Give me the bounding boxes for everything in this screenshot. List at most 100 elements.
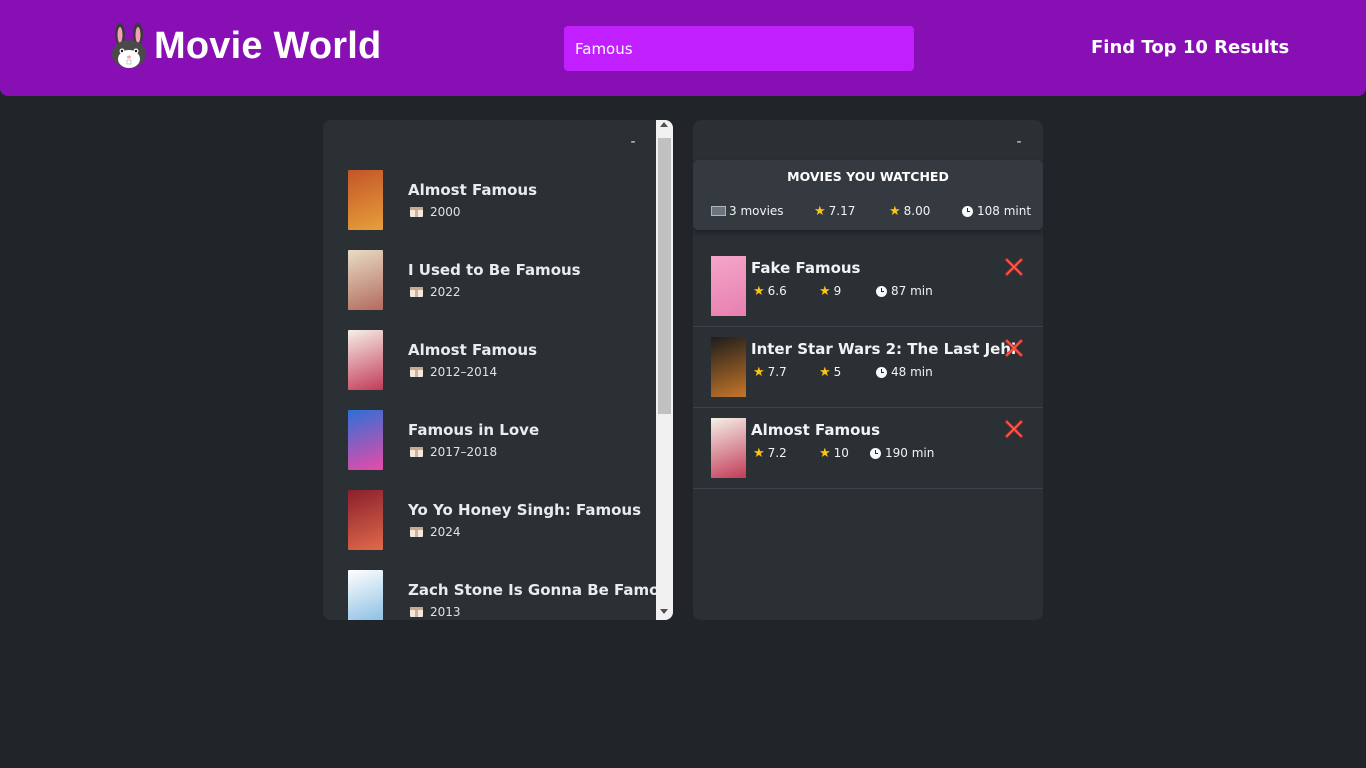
watched-runtime-text: 87 min	[891, 284, 933, 298]
calendar-icon	[410, 207, 423, 217]
movie-title: Zach Stone Is Gonna Be Famous	[408, 581, 673, 599]
movie-year-text: 2017–2018	[430, 445, 498, 459]
watched-imdb-text: 7.7	[767, 365, 787, 379]
movie-poster	[348, 250, 383, 310]
movie-title: Famous in Love	[408, 421, 540, 439]
movie-year-text: 2013	[430, 605, 461, 619]
watched-item: Inter Star Wars 2: The Last Jehi ★ 7.7 ★ 5 48…	[693, 327, 1043, 408]
movie-year: 2024	[410, 525, 461, 539]
close-icon	[1004, 338, 1024, 358]
clock-icon	[870, 447, 881, 459]
summary-runtime: 108 mint	[962, 204, 1031, 218]
watched-imdb-rating: ★ 7.7	[753, 365, 787, 379]
watched-runtime-text: 190 min	[885, 446, 935, 460]
movie-poster	[348, 410, 383, 470]
search-input[interactable]	[564, 26, 914, 71]
search-result-item[interactable]: Almost Famous 2000	[323, 150, 656, 230]
movie-poster	[711, 256, 746, 316]
clock-icon	[876, 285, 887, 297]
watched-user-text: 5	[833, 365, 842, 379]
summary-user-rating: ★ 8.00	[889, 204, 930, 218]
watched-user-rating: ★ 9	[819, 284, 841, 298]
watched-runtime-text: 48 min	[891, 365, 933, 379]
summary-runtime-text: 108 mint	[977, 204, 1032, 218]
search-results-panel: - Almost Famous 2000 I Used to Be Famous 20…	[323, 120, 673, 620]
watched-item: Almost Famous ★ 7.2 ★ 10 190 min	[693, 408, 1043, 489]
search-result-item[interactable]: Almost Famous 2012–2014	[323, 310, 656, 390]
calendar-icon	[410, 527, 423, 537]
clock-icon	[962, 205, 973, 217]
movie-year: 2000	[410, 205, 461, 219]
movie-year: 2017–2018	[410, 445, 497, 459]
search-result-item[interactable]: Famous in Love 2017–2018	[323, 390, 656, 470]
search-results-list: Almost Famous 2000 I Used to Be Famous 2022…	[323, 150, 673, 620]
star-icon: ★	[814, 203, 826, 219]
close-icon	[1004, 257, 1024, 277]
watched-user-text: 9	[833, 284, 842, 298]
rabbit-icon	[108, 23, 150, 69]
movie-year-text: 2012–2014	[430, 365, 498, 379]
movie-year: 2022	[410, 285, 461, 299]
collapse-watched-button[interactable]: -	[1007, 130, 1031, 154]
movie-title: Yo Yo Honey Singh: Famous	[408, 501, 642, 519]
watched-item: Fake Famous ★ 6.6 ★ 9 87 min	[693, 246, 1043, 327]
star-icon: ★	[819, 445, 831, 461]
scroll-up-arrow-icon[interactable]	[660, 122, 668, 127]
movie-title: Almost Famous	[408, 341, 538, 359]
watched-user-rating: ★ 10	[819, 446, 849, 460]
movie-poster	[711, 337, 746, 397]
summary-count: 3 movies	[711, 204, 784, 218]
watched-user-rating: ★ 5	[819, 365, 841, 379]
watched-imdb-text: 7.2	[767, 446, 787, 460]
watched-runtime: 190 min	[870, 446, 934, 460]
watched-movie-title: Almost Famous	[751, 421, 881, 439]
scrollbar[interactable]	[656, 120, 673, 620]
logo-text: Movie World	[154, 24, 382, 67]
watched-movie-title: Inter Star Wars 2: The Last Jehi	[751, 340, 1017, 358]
movie-year-text: 2000	[430, 205, 461, 219]
movie-year: 2012–2014	[410, 365, 497, 379]
watched-summary: MOVIES YOU WATCHED 3 movies ★ 7.17 ★ 8.0…	[693, 160, 1043, 230]
watched-runtime: 48 min	[876, 365, 933, 379]
calendar-icon	[410, 447, 423, 457]
movie-poster	[348, 490, 383, 550]
movie-poster	[711, 418, 746, 478]
movie-year-text: 2022	[430, 285, 461, 299]
watched-movie-title: Fake Famous	[751, 259, 861, 277]
scroll-down-arrow-icon[interactable]	[660, 609, 668, 614]
summary-title: MOVIES YOU WATCHED	[787, 169, 949, 184]
watched-imdb-rating: ★ 6.6	[753, 284, 787, 298]
watched-panel: - MOVIES YOU WATCHED 3 movies ★ 7.17 ★ 8…	[693, 120, 1043, 620]
film-icon	[711, 206, 726, 216]
close-icon	[1004, 419, 1024, 439]
clock-icon	[876, 366, 887, 378]
watched-user-text: 10	[833, 446, 849, 460]
delete-watched-button[interactable]	[1004, 257, 1024, 278]
summary-imdb-text: 7.17	[828, 204, 856, 218]
movie-year: 2013	[410, 605, 461, 619]
movie-poster	[348, 570, 383, 620]
summary-count-text: 3 movies	[729, 204, 784, 218]
star-icon: ★	[753, 445, 765, 461]
scrollbar-thumb[interactable]	[658, 138, 671, 414]
movie-poster	[348, 170, 383, 230]
search-result-item[interactable]: Yo Yo Honey Singh: Famous 2024	[323, 470, 656, 550]
movie-title: I Used to Be Famous	[408, 261, 581, 279]
delete-watched-button[interactable]	[1004, 338, 1024, 359]
logo[interactable]: Movie World	[108, 22, 381, 70]
summary-imdb-rating: ★ 7.17	[814, 204, 855, 218]
delete-watched-button[interactable]	[1004, 419, 1024, 440]
watched-imdb-rating: ★ 7.2	[753, 446, 787, 460]
star-icon: ★	[753, 283, 765, 299]
search-result-item[interactable]: Zach Stone Is Gonna Be Famous 2013	[323, 550, 673, 620]
movie-title: Almost Famous	[408, 181, 538, 199]
calendar-icon	[410, 287, 423, 297]
results-count-text: Find Top 10 Results	[1091, 37, 1290, 58]
watched-imdb-text: 6.6	[767, 284, 787, 298]
watched-list: Fake Famous ★ 6.6 ★ 9 87 min Inter Star Wars 2…	[693, 246, 1043, 489]
navbar: Movie World Find Top 10 Results	[0, 0, 1366, 96]
star-icon: ★	[889, 203, 901, 219]
star-icon: ★	[819, 283, 831, 299]
calendar-icon	[410, 367, 423, 377]
search-result-item[interactable]: I Used to Be Famous 2022	[323, 230, 656, 310]
